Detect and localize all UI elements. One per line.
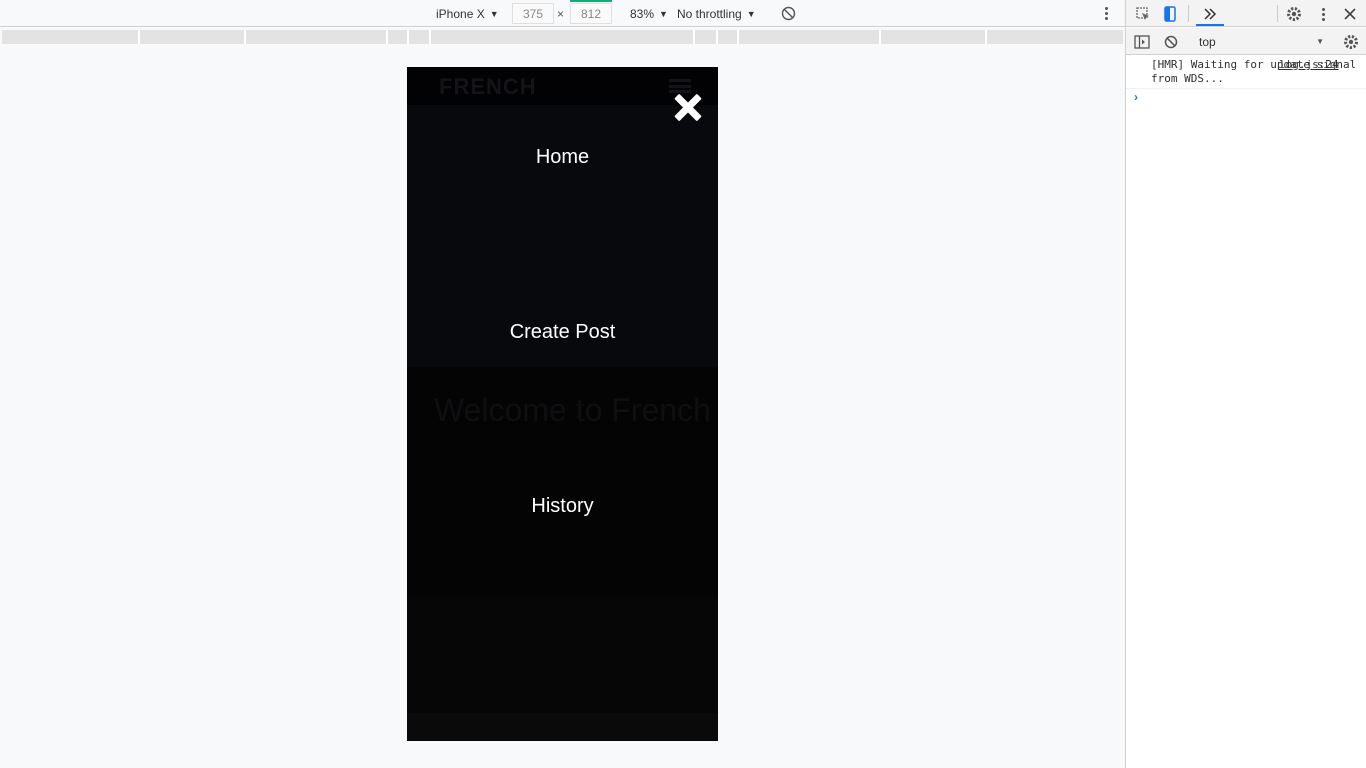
media-query-tick xyxy=(138,30,140,44)
chevron-down-icon: ▼ xyxy=(1316,37,1324,46)
menu-item-home[interactable]: Home xyxy=(407,146,718,169)
hero-title: Welcome to French xyxy=(434,392,711,428)
media-query-tick xyxy=(716,30,718,44)
console-prompt-icon[interactable]: › xyxy=(1134,90,1138,104)
more-options-icon[interactable] xyxy=(1099,0,1113,27)
media-query-tick xyxy=(407,30,409,44)
content-section xyxy=(407,595,718,713)
media-query-bar[interactable] xyxy=(2,30,1123,44)
clear-console-icon[interactable] xyxy=(1161,32,1181,52)
media-query-tick xyxy=(737,30,739,44)
device-toggle-icon[interactable] xyxy=(1160,4,1180,24)
close-icon[interactable] xyxy=(671,91,705,125)
console-source-link[interactable]: log.js:24 xyxy=(1279,58,1339,71)
zoom-value: 83% xyxy=(630,6,655,21)
devtools-tabbar xyxy=(1126,0,1366,27)
media-query-tick xyxy=(985,30,987,44)
context-select[interactable]: top ▼ xyxy=(1193,31,1328,52)
chevron-down-icon: ▼ xyxy=(659,8,668,19)
rotate-icon[interactable] xyxy=(780,0,796,27)
height-input-accent xyxy=(570,0,612,2)
media-query-tick xyxy=(879,30,881,44)
console-settings-icon[interactable] xyxy=(1341,32,1361,52)
devtools-panel: top ▼ [HMR] Waiting for update signal fr… xyxy=(1125,0,1366,768)
media-query-tick xyxy=(693,30,695,44)
viewport-height-input[interactable]: 812 xyxy=(570,3,612,24)
chevron-down-icon: ▼ xyxy=(489,8,499,19)
device-name: iPhone X xyxy=(436,6,485,21)
toolbar-divider xyxy=(1188,5,1189,22)
console-toolbar: top ▼ xyxy=(1126,28,1366,55)
media-query-tick xyxy=(244,30,246,44)
site-footer xyxy=(407,713,718,741)
menu-item-history[interactable]: History xyxy=(407,495,718,518)
viewport-width-input[interactable]: 375 xyxy=(512,3,554,24)
inspect-icon[interactable] xyxy=(1133,4,1153,24)
chevron-down-icon: ▼ xyxy=(746,8,756,19)
more-icon[interactable] xyxy=(1313,4,1333,24)
toolbar-divider xyxy=(1277,5,1278,22)
throttling-select[interactable]: No throttling ▼ xyxy=(677,0,756,27)
menu-item-create-post[interactable]: Create Post xyxy=(407,321,718,344)
more-tabs-icon[interactable] xyxy=(1200,4,1220,24)
active-tab-indicator xyxy=(1196,24,1224,26)
settings-icon[interactable] xyxy=(1284,4,1304,24)
media-query-tick xyxy=(429,30,431,44)
device-toolbar: iPhone X ▼ 375 × 812 83% ▼ No throttling… xyxy=(0,0,1125,27)
sidebar-toggle-icon[interactable] xyxy=(1132,32,1152,52)
context-value: top xyxy=(1199,34,1216,49)
close-icon[interactable] xyxy=(1340,4,1360,24)
dimension-separator: × xyxy=(557,6,565,21)
console-divider xyxy=(1126,88,1366,89)
zoom-select[interactable]: 83% ▼ xyxy=(630,0,668,27)
device-viewport: FRENCH Welcome to French Home Create Pos… xyxy=(407,67,718,741)
site-logo: FRENCH xyxy=(439,74,537,99)
media-query-tick xyxy=(386,30,388,44)
throttling-value: No throttling xyxy=(677,6,742,21)
device-select[interactable]: iPhone X ▼ xyxy=(436,0,499,27)
